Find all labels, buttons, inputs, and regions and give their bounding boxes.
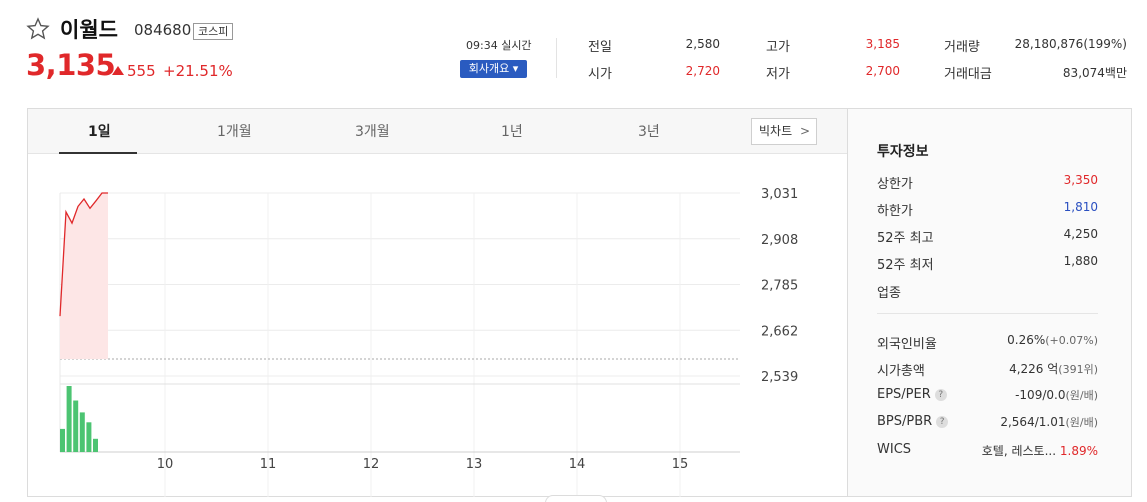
info-value: 1,810 — [1063, 200, 1098, 214]
time-tick-label: 11 — [260, 457, 277, 472]
time-tick-label: 15 — [672, 457, 689, 472]
stock-code: 084680 — [134, 21, 192, 39]
info-value: -109/0.0 — [1015, 388, 1066, 402]
big-chart-button[interactable]: 빅차트 > — [751, 118, 817, 145]
info-label: 상한가 — [877, 177, 913, 192]
current-price: 3,135 — [26, 48, 116, 82]
info-value: 2,564/1.01 — [1000, 415, 1066, 429]
info-row: EPS/PER? -109/0.0(원/배) — [877, 387, 1098, 405]
info-sub: (원/배) — [1065, 416, 1098, 429]
time-tick-label: 12 — [363, 457, 380, 472]
info-label: 52주 최저 — [877, 258, 934, 273]
info-label: 업종 — [877, 286, 901, 301]
info-row: 외국인비율 0.26%(+0.07%) — [877, 333, 1098, 352]
investment-info-panel: 투자정보 상한가 3,350 하한가 1,810 52주 최고 4,250 52주 최… — [847, 108, 1132, 497]
star-icon[interactable] — [26, 17, 50, 41]
info-value: 4,226 억 — [1009, 362, 1059, 376]
info-label: 하한가 — [877, 204, 913, 219]
info-label: BPS/PBR — [877, 414, 933, 429]
volume-bar — [86, 422, 92, 452]
price-tick-label: 2,539 — [761, 370, 798, 385]
volume-bar — [66, 386, 72, 452]
time-tick-label: 10 — [157, 457, 174, 472]
help-icon[interactable]: ? — [934, 389, 947, 401]
realtime-label: 09:34 실시간 — [466, 39, 532, 52]
info-row: 상한가 3,350 — [877, 173, 1098, 192]
quote-value: 83,074백만 — [1062, 66, 1127, 80]
info-label: 52주 최고 — [877, 231, 934, 246]
up-arrow-icon — [112, 66, 124, 75]
quote-label: 저가 — [766, 67, 790, 82]
info-value: 4,250 — [1063, 227, 1098, 241]
big-chart-label: 빅차트 — [759, 124, 793, 138]
info-label: 외국인비율 — [877, 337, 937, 352]
chart-panel: 1일 1개월 3개월 1년 3년 빅차트 > 3,031 2,908 2,785 2,6… — [27, 108, 847, 497]
info-row: 하한가 1,810 — [877, 200, 1098, 219]
volume-bar — [60, 428, 65, 452]
volume-bar — [79, 412, 85, 452]
tab-3y[interactable]: 3년 — [638, 121, 660, 141]
price-tick-label: 2,662 — [761, 324, 798, 339]
price-tick-label: 2,785 — [761, 279, 798, 294]
stock-name: 이월드 — [60, 18, 118, 42]
change-percent: +21.51% — [163, 62, 233, 80]
info-sub: (원/배) — [1065, 389, 1098, 402]
price-tick-label: 2,908 — [761, 233, 798, 248]
tab-1d[interactable]: 1일 — [88, 121, 111, 141]
volume-bar — [73, 400, 79, 452]
collapse-toggle[interactable] — [545, 495, 607, 502]
tab-1y[interactable]: 1년 — [501, 121, 523, 141]
quote-value: 3,185 — [865, 37, 900, 51]
info-sub: (391위) — [1058, 363, 1098, 376]
divider — [877, 313, 1098, 314]
info-row: 52주 최고 4,250 — [877, 227, 1098, 246]
quote-value: 28,180,876(199%) — [1014, 37, 1127, 51]
info-label: WICS — [877, 442, 912, 457]
help-icon[interactable]: ? — [936, 416, 949, 428]
info-value: 0.26% — [1007, 333, 1046, 347]
time-tick-label: 13 — [466, 457, 483, 472]
info-label: 시가총액 — [877, 364, 925, 379]
info-row: WICS 호텔, 레스토... 1.89% — [877, 442, 1098, 460]
info-value: 3,350 — [1063, 173, 1098, 187]
info-label: EPS/PER — [877, 387, 931, 402]
wics-change: 1.89% — [1059, 444, 1098, 458]
info-sub: (+0.07%) — [1045, 334, 1098, 347]
period-tabs: 1일 1개월 3개월 1년 3년 빅차트 > — [28, 109, 847, 154]
info-title: 투자정보 — [877, 144, 929, 160]
info-row: 업종 — [877, 282, 1098, 301]
quote-label: 거래량 — [944, 40, 980, 55]
price-area — [60, 193, 108, 359]
info-row: 52주 최저 1,880 — [877, 254, 1098, 273]
quote-label: 고가 — [766, 40, 790, 55]
tab-3m[interactable]: 3개월 — [355, 121, 390, 141]
quote-label: 전일 — [588, 40, 612, 55]
wics-link[interactable]: 호텔, 레스토... — [982, 444, 1056, 458]
company-overview-button[interactable]: 회사개요 ▾ — [460, 60, 527, 78]
divider — [556, 38, 557, 78]
info-value: 1,880 — [1063, 254, 1098, 268]
market-badge: 코스피 — [193, 23, 234, 40]
price-change: 555 — [112, 62, 156, 80]
quote-value: 2,700 — [865, 64, 900, 78]
volume-bar — [93, 438, 98, 452]
intraday-chart[interactable]: 3,031 2,908 2,785 2,662 2,539 10 11 12 13 14 15 — [28, 154, 847, 497]
price-tick-label: 3,031 — [761, 187, 798, 202]
quote-value: 2,580 — [685, 37, 720, 51]
quote-value: 2,720 — [685, 64, 720, 78]
time-tick-label: 14 — [569, 457, 586, 472]
tab-1m[interactable]: 1개월 — [217, 121, 252, 141]
stock-header: 이월드 084680 코스피 3,135 555 +21.51% 09:34 실… — [0, 0, 1147, 108]
quote-label: 시가 — [588, 67, 612, 82]
info-row: 시가총액 4,226 억(391위) — [877, 360, 1098, 379]
chevron-right-icon: > — [799, 124, 810, 138]
change-value: 555 — [127, 62, 156, 80]
quote-label: 거래대금 — [944, 67, 992, 82]
info-row: BPS/PBR? 2,564/1.01(원/배) — [877, 414, 1098, 432]
